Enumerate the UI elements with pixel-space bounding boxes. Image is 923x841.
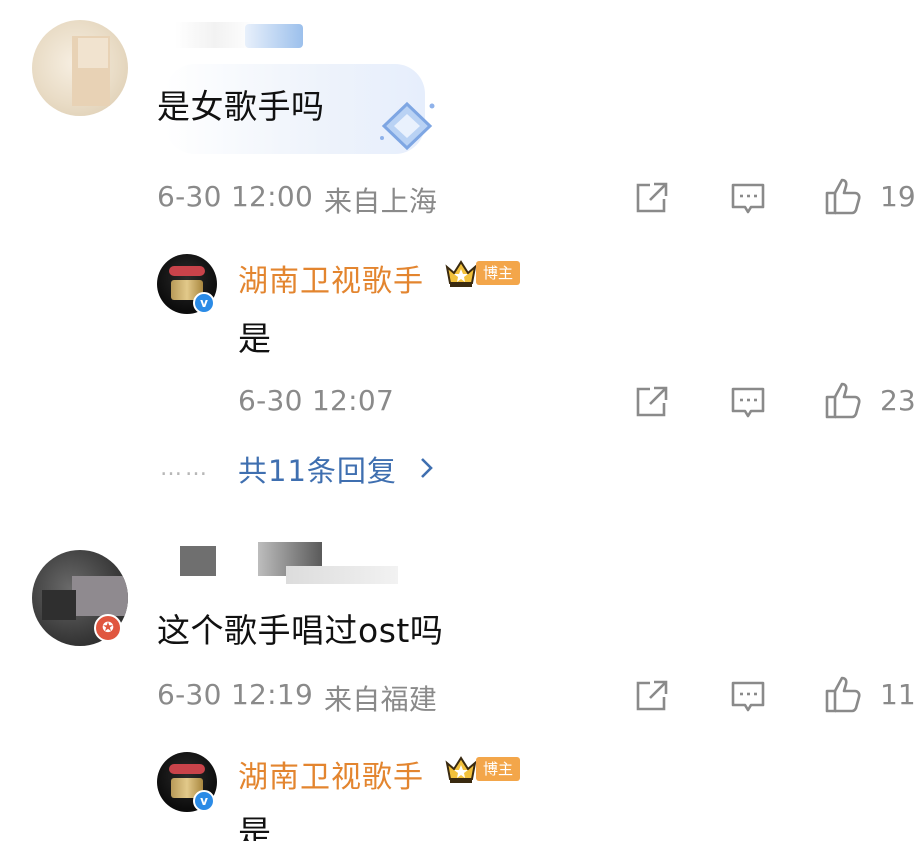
like-icon[interactable] <box>824 674 864 714</box>
share-icon[interactable] <box>634 180 670 216</box>
like-count: 23 <box>880 384 916 417</box>
vip-badge-icon: ✪ <box>94 614 122 642</box>
comment-location: 来自福建 <box>324 683 438 716</box>
username-redacted[interactable] <box>175 22 255 48</box>
verified-icon: v <box>193 790 215 812</box>
reply-username[interactable]: 湖南卫视歌手 <box>238 256 424 300</box>
diamond-sticker-icon <box>380 101 435 151</box>
blogger-badge: 博主 <box>476 757 521 781</box>
share-icon[interactable] <box>634 384 670 420</box>
avatar-mosaic <box>42 590 76 620</box>
like-count: 19 <box>880 180 916 213</box>
like-icon[interactable] <box>824 176 864 216</box>
commenter-avatar[interactable] <box>32 20 128 116</box>
crown-icon <box>445 260 477 287</box>
avatar-logo <box>169 266 205 276</box>
avatar-mosaic <box>78 38 108 68</box>
comment-icon[interactable] <box>730 386 766 420</box>
username-redacted[interactable] <box>180 546 216 576</box>
crown-icon <box>445 756 477 783</box>
like-count: 11 <box>880 678 916 711</box>
comment-location: 来自上海 <box>324 185 438 218</box>
verified-icon: v <box>193 292 215 314</box>
more-replies-dots: …… <box>160 456 210 481</box>
reply-time: 6-30 12:07 <box>238 384 395 417</box>
avatar-mosaic <box>72 576 128 616</box>
share-icon[interactable] <box>634 678 670 714</box>
comment-icon[interactable] <box>730 680 766 714</box>
comment-text: 这个歌手唱过ost吗 <box>157 611 444 650</box>
reply-text: 是 <box>238 319 272 358</box>
chevron-right-icon[interactable] <box>418 456 434 480</box>
level-badge-redacted <box>245 24 303 48</box>
like-icon[interactable] <box>824 380 864 420</box>
comment-time: 6-30 12:19 <box>157 678 314 711</box>
comment-time: 6-30 12:00 <box>157 180 314 213</box>
reply-text: 是 <box>238 813 272 841</box>
more-replies-link[interactable]: 共11条回复 <box>238 448 397 490</box>
username-redacted[interactable] <box>286 566 398 584</box>
blogger-badge: 博主 <box>476 261 521 285</box>
reply-username[interactable]: 湖南卫视歌手 <box>238 752 424 796</box>
comment-text: 是女歌手吗 <box>157 87 325 126</box>
comment-icon[interactable] <box>730 182 766 216</box>
avatar-logo <box>169 764 205 774</box>
